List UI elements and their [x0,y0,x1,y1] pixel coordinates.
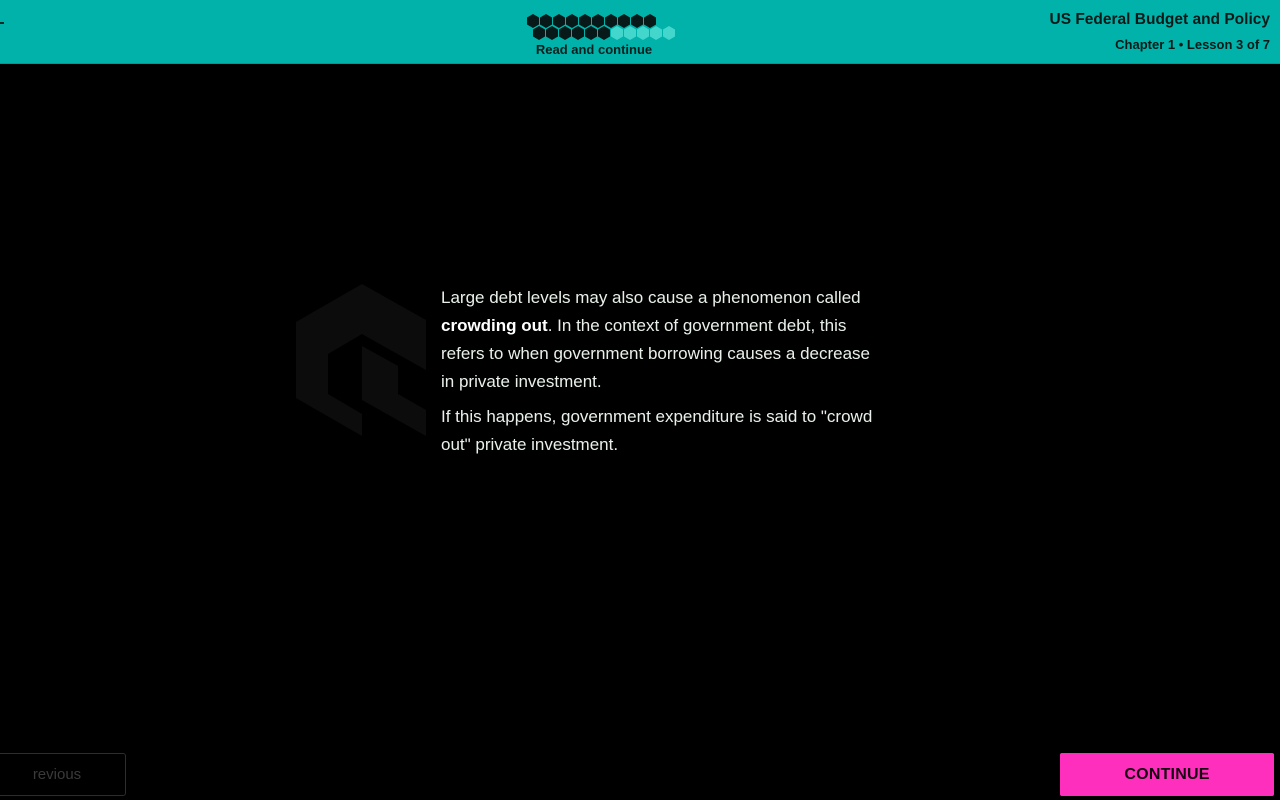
progress-hex [572,26,584,40]
previous-button[interactable]: revious [0,753,126,796]
progress-label: Read and continue [535,42,653,57]
progress-hex [598,26,610,40]
brand-logo-icon [296,284,426,436]
previous-label: revious [32,766,82,783]
continue-button[interactable]: CONTINUE [1060,753,1274,796]
progress-hex [663,26,675,40]
progress-hex [546,26,558,40]
progress-hex [650,26,662,40]
lesson-progress: Read and continue [524,14,675,58]
paragraph-text: Large debt levels may also cause a pheno… [441,288,861,307]
progress-hex [533,26,545,40]
lesson-paragraph: If this happens, government expenditure … [441,407,873,454]
top-bar: Read and continue US Federal Budget and … [0,0,1280,64]
progress-hex [585,26,597,40]
progress-row-bottom [533,26,675,40]
lesson-text: Large debt levels may also cause a pheno… [441,284,881,459]
course-title: US Federal Budget and Policy [1049,11,1271,28]
menu-icon[interactable] [0,22,4,24]
progress-hex [624,26,636,40]
progress-hex [611,26,623,40]
progress-hex [559,26,571,40]
lesson-info: Chapter 1 • Lesson 3 of 7 [1115,37,1270,52]
lesson-paragraph: Large debt levels may also cause a pheno… [441,284,881,396]
key-term: crowding out [441,316,548,335]
progress-hex [637,26,649,40]
